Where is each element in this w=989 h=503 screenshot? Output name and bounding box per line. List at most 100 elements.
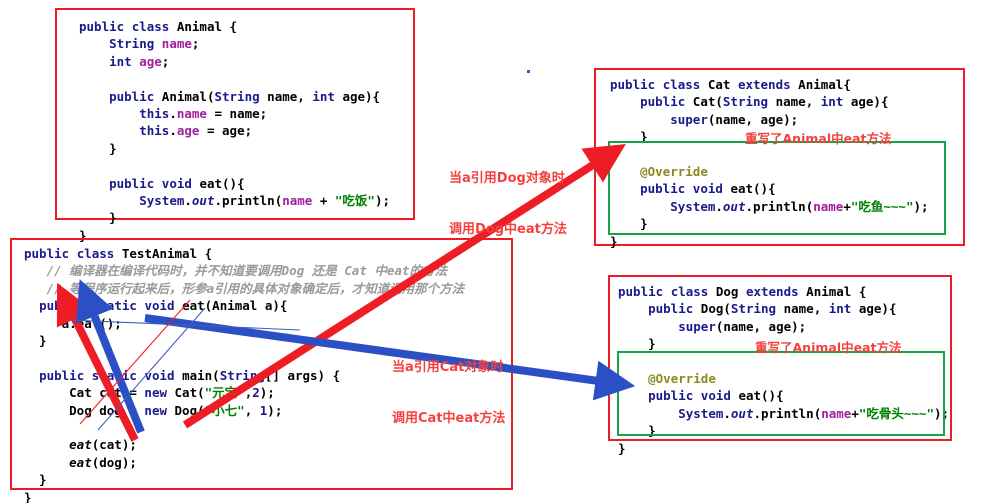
code-token: ); (267, 402, 283, 418)
code-token: "吃饭" (334, 193, 375, 209)
code-line: this.name = name; (79, 105, 413, 122)
code-token: (name, age); (715, 318, 807, 334)
code-token: public (648, 301, 701, 317)
code-line: public Cat(String name, int age){ (610, 93, 963, 110)
code-token: class (670, 284, 716, 299)
code-token: static (91, 298, 145, 314)
code-token: Cat( (174, 385, 205, 401)
code-token: (dog); (91, 454, 137, 470)
code-line: super(name, age); (610, 111, 963, 128)
code-token: public (640, 94, 693, 110)
code-token: super (678, 318, 716, 334)
code-token: public (39, 298, 92, 314)
code-token: "元宝" (204, 385, 245, 401)
code-token: public (109, 175, 162, 191)
code-token: , (244, 402, 260, 418)
code-token: . (169, 123, 177, 139)
code-line: this.age = age; (79, 122, 413, 139)
code-line: // 编译器在编译代码时，并不知道要调用Dog 还是 Cat 中eat的方法 (24, 262, 511, 279)
code-token: age){ (858, 301, 897, 317)
code-token: ; (191, 36, 200, 52)
code-token: String (722, 94, 776, 110)
code-token: "小七" (204, 402, 245, 418)
code-token: age (176, 123, 200, 139)
code-token: public (24, 246, 77, 261)
code-token: String (109, 36, 162, 52)
cat-override-highlight (608, 141, 946, 235)
code-line: } (610, 233, 963, 250)
code-token: Animal { (806, 284, 867, 299)
code-line: String name; (79, 35, 413, 52)
code-line: public class Animal { (79, 18, 413, 35)
code-token: super (670, 111, 708, 127)
code-token: . (184, 193, 192, 209)
code-token: String (214, 88, 268, 104)
code-token: } (24, 333, 47, 349)
code-token: static (91, 367, 145, 383)
code-token: } (618, 440, 626, 456)
code-token: name, (267, 88, 313, 104)
code-token: public (109, 88, 162, 104)
code-line: } (24, 471, 511, 488)
code-line: public class Dog extends Animal { (618, 283, 950, 300)
animal-class-box: public class Animal { String name; int a… (55, 8, 415, 243)
code-token: int (828, 301, 859, 317)
code-token: Cat (707, 77, 738, 92)
code-line: public Animal(String name, int age){ (79, 88, 413, 105)
dog-override-highlight (617, 351, 945, 436)
code-token: TestAnimal { (121, 246, 213, 261)
dog-reference-note-line1: 当a引用Dog对象时 (449, 171, 565, 186)
code-token: a.eat(); (24, 315, 122, 331)
diagram-canvas: public class Animal { String name; int a… (0, 0, 989, 503)
code-token: void (161, 175, 200, 191)
code-token: name (161, 36, 192, 52)
code-line: public static void eat(Animal a){ (24, 297, 511, 314)
code-token: [] args) { (264, 367, 341, 383)
dog-override-note: 重写了Animal中eat方法 (755, 340, 902, 355)
code-token: Animal{ (798, 77, 851, 92)
code-token: String (219, 367, 265, 383)
code-token: out (191, 193, 215, 209)
code-token: } (618, 336, 656, 352)
code-token: eat (69, 454, 92, 470)
code-token: int (820, 94, 851, 110)
code-token: Animal { (176, 19, 238, 34)
code-token: = age; (199, 123, 253, 139)
code-token: main( (182, 367, 220, 383)
code-token: new (144, 385, 175, 401)
animal-class-code: public class Animal { String name; int a… (57, 10, 413, 244)
code-token: Dog dog = (24, 402, 145, 418)
code-line: public void eat(){ (79, 175, 413, 192)
code-token: this (139, 106, 170, 122)
code-token: class (76, 246, 122, 261)
code-token: age){ (850, 94, 889, 110)
code-token: public (618, 284, 671, 299)
code-token: Dog (715, 284, 746, 299)
code-token: Animal( (161, 88, 215, 104)
code-token: (cat); (91, 437, 137, 453)
code-token: ); (259, 385, 275, 401)
code-token: // 等程序运行起来后，形参a引用的具体对象确定后，才知道调用那个方法 (24, 280, 465, 296)
code-token: extends (745, 284, 807, 299)
code-line: int age; (79, 53, 413, 70)
code-token: age (139, 53, 162, 69)
code-token: // 编译器在编译代码时，并不知道要调用Dog 还是 Cat 中eat的方法 (24, 263, 447, 279)
code-token: Dog( (700, 301, 731, 317)
cat-reference-note-line1: 当a引用Cat对象时 (392, 360, 504, 375)
code-token: Cat cat = (24, 385, 145, 401)
cat-override-note: 重写了Animal中eat方法 (745, 131, 892, 146)
code-token: Dog( (174, 402, 205, 418)
code-token: ); (374, 193, 391, 209)
code-line: super(name, age); (618, 318, 950, 335)
code-token: void (144, 367, 183, 383)
code-token: } (79, 210, 117, 226)
